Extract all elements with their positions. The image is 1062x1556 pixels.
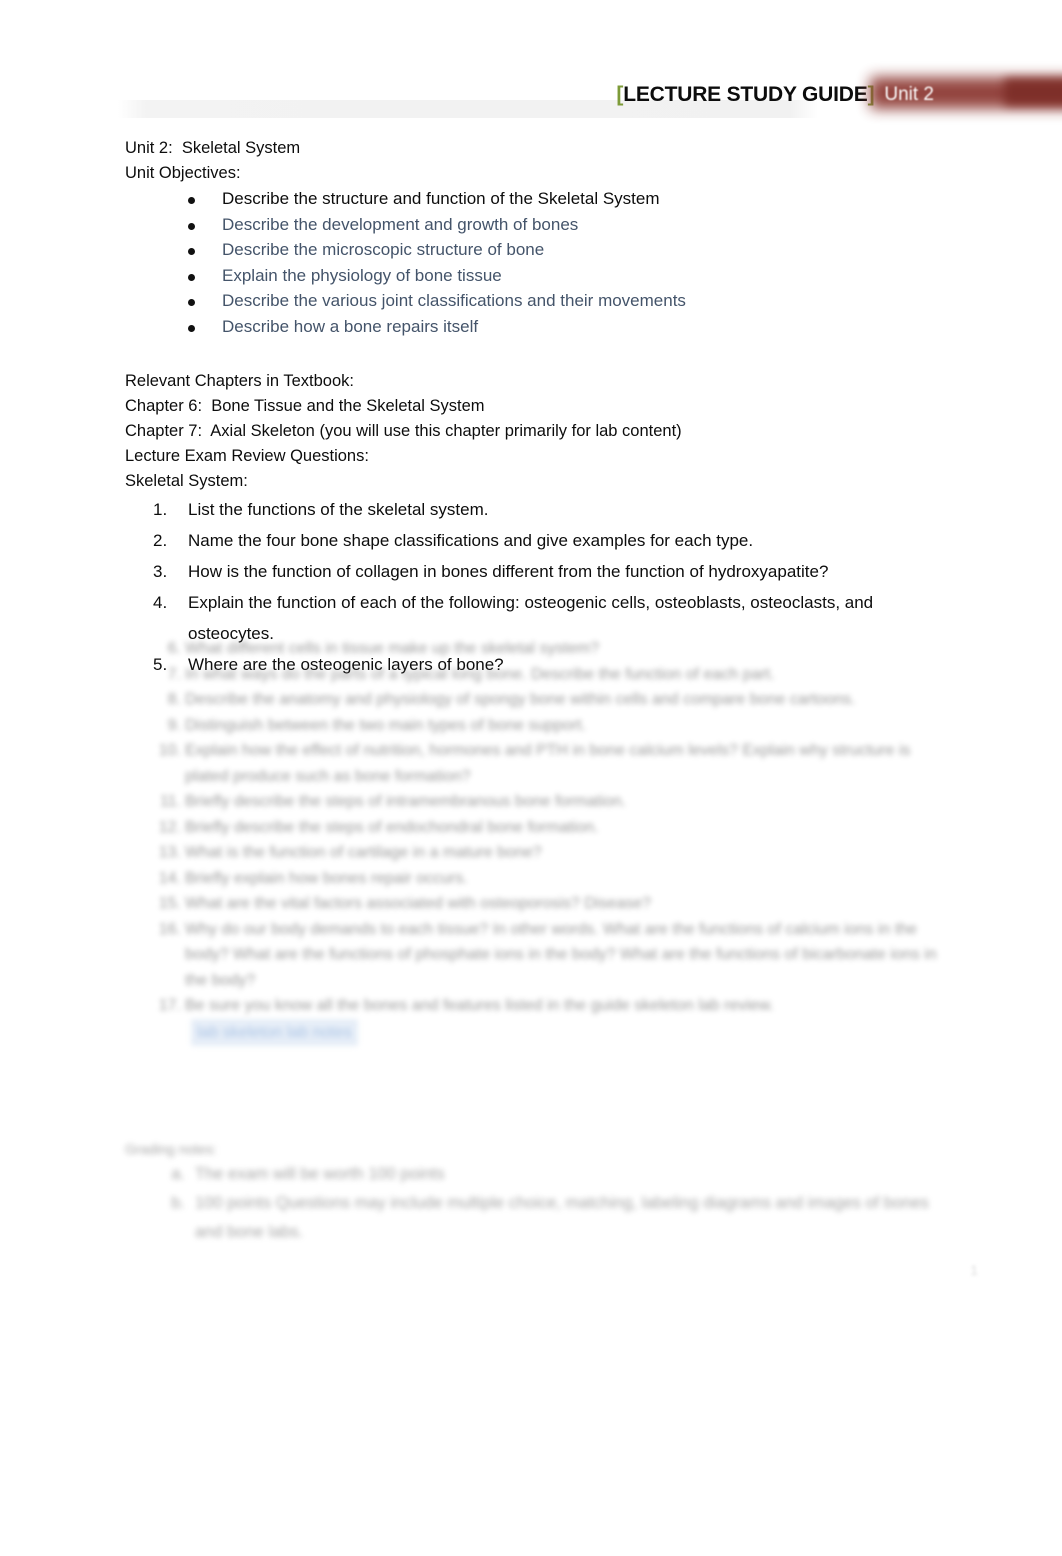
list-item-number: 4. — [153, 593, 168, 612]
header-title: [LECTURE STUDY GUIDE] — [616, 80, 874, 110]
exam-review-heading: Lecture Exam Review Questions: — [125, 447, 369, 465]
list-item: Describe the various joint classificatio… — [125, 288, 940, 314]
list-item: Describe the structure and function of t… — [125, 186, 940, 212]
hyperlink[interactable]: lab skeleton lab notes — [191, 1018, 358, 1046]
list-item-number: 6. — [167, 640, 181, 657]
list-item-text: Briefly describe the steps of endochondr… — [185, 818, 599, 836]
objectives-list: Describe the structure and function of t… — [125, 186, 940, 339]
list-item: 1. List the functions of the skeletal sys… — [125, 494, 940, 525]
list-item-text: Distinguish between the two main types o… — [185, 716, 587, 734]
list-item-number: 11. — [159, 793, 181, 810]
list-item: Describe the development and growth of b… — [125, 212, 940, 238]
list-item-number: b. — [171, 1194, 185, 1212]
list-item-number: 13. — [158, 844, 181, 861]
list-item-text: List the functions of the skeletal syste… — [188, 500, 489, 519]
list-item-number: 9. — [167, 716, 181, 734]
list-item: 10. Explain how the effect of nutrition, … — [125, 738, 940, 789]
redacted-grading-block: Grading notes: a. The exam will be worth … — [125, 1138, 940, 1247]
list-item-text: Explain how the effect of nutrition, hor… — [185, 742, 911, 785]
chapter-6-line: Chapter 6: Bone Tissue and the Skeletal … — [125, 397, 485, 415]
list-item-text: Describe the anatomy and physiology of s… — [185, 691, 856, 708]
list-item: Explain the physiology of bone tissue — [125, 263, 940, 289]
list-item: 2. Name the four bone shape classificatio… — [125, 525, 940, 556]
list-item-text: What is the function of cartilage in a m… — [185, 844, 542, 861]
chapters-heading: Relevant Chapters in Textbook: — [125, 372, 354, 390]
list-item-text: In what ways do the parts of a typical l… — [185, 665, 775, 683]
list-item-text: How is the function of collagen in bones… — [188, 562, 829, 581]
list-item-number: 2. — [153, 531, 168, 550]
list-item-number: 1. — [153, 500, 168, 519]
document-page: [LECTURE STUDY GUIDE] Unit 2 Unit 2: Ske… — [0, 0, 1062, 1556]
list-item: 11. Briefly describe the steps of intrame… — [125, 789, 940, 815]
list-item: 13. What is the function of cartilage in … — [125, 840, 940, 866]
list-item-text: The exam will be worth 100 points — [195, 1165, 445, 1183]
list-item: 8. Describe the anatomy and physiology of… — [125, 687, 940, 713]
header-unit-block: Unit 2 — [870, 77, 1062, 110]
document-header: [LECTURE STUDY GUIDE] Unit 2 — [0, 77, 1062, 122]
grading-list: a. The exam will be worth 100 points b. 10… — [125, 1160, 940, 1247]
list-item-text: What are the vital factors associated wi… — [185, 895, 652, 912]
document-body: Unit 2: Skeletal System Unit Objectives:… — [125, 136, 940, 680]
header-title-text: LECTURE STUDY GUIDE — [623, 83, 868, 106]
list-item-number: 10. — [158, 742, 181, 759]
unit-title-line: Unit 2: Skeletal System — [125, 139, 301, 157]
list-item-text: Name the four bone shape classifications… — [188, 531, 754, 550]
skeletal-system-heading: Skeletal System: — [125, 472, 248, 490]
list-item-text: 100 points Questions may include multipl… — [195, 1194, 929, 1241]
list-item: 15. What are the vital factors associated… — [125, 891, 940, 917]
list-item-number: 7. — [167, 665, 181, 683]
list-item-text: Why do our body demands to each tissue? … — [185, 920, 937, 989]
objectives-heading: Unit Objectives: — [125, 164, 241, 182]
grading-heading: Grading notes: — [125, 1141, 217, 1157]
list-item: Describe the microscopic structure of bo… — [125, 237, 940, 263]
list-item-number: 17. — [158, 997, 181, 1014]
list-item: 3. How is the function of collagen in bon… — [125, 556, 940, 587]
list-item-number: 16. — [158, 920, 181, 938]
list-item-number: 12. — [158, 818, 181, 836]
list-item-text: Briefly describe the steps of intramembr… — [185, 793, 627, 810]
list-item: 16. Why do our body demands to each tissu… — [125, 917, 940, 994]
list-item: a. The exam will be worth 100 points — [125, 1160, 940, 1189]
header-content: [LECTURE STUDY GUIDE] Unit 2 — [118, 77, 1062, 122]
list-item-number: a. — [171, 1165, 185, 1183]
list-item-number: 15. — [158, 895, 181, 912]
list-item: 7. In what ways do the parts of a typical… — [125, 662, 940, 688]
list-item: 6. What different cells in tissue make up… — [125, 636, 940, 662]
list-item: 17. Be sure you know all the bones and fe… — [125, 993, 940, 1046]
list-item: 9. Distinguish between the two main types… — [125, 713, 940, 739]
redacted-questions-block: 6. What different cells in tissue make up… — [125, 636, 940, 1046]
list-item: 14. Briefly explain how bones repair occu… — [125, 866, 940, 892]
list-item: b. 100 points Questions may include multi… — [125, 1189, 940, 1247]
list-item-number: 14. — [158, 869, 181, 887]
list-item: 12. Briefly describe the steps of endocho… — [125, 815, 940, 841]
list-item-number: 8. — [167, 691, 181, 708]
chapter-7-line: Chapter 7: Axial Skeleton (you will use … — [125, 422, 682, 440]
header-unit-label: Unit 2 — [884, 84, 934, 105]
redacted-questions-list: 6. What different cells in tissue make up… — [125, 636, 940, 1046]
list-item-text: What different cells in tissue make up t… — [185, 640, 600, 657]
list-item-text: Briefly explain how bones repair occurs. — [185, 869, 468, 887]
list-item-text: Be sure you know all the bones and featu… — [185, 997, 774, 1014]
header-redaction-bar-secondary — [1004, 79, 1062, 105]
list-item-number: 3. — [153, 562, 168, 581]
list-item: Describe how a bone repairs itself — [125, 314, 940, 340]
page-number: 1 — [970, 1262, 978, 1278]
